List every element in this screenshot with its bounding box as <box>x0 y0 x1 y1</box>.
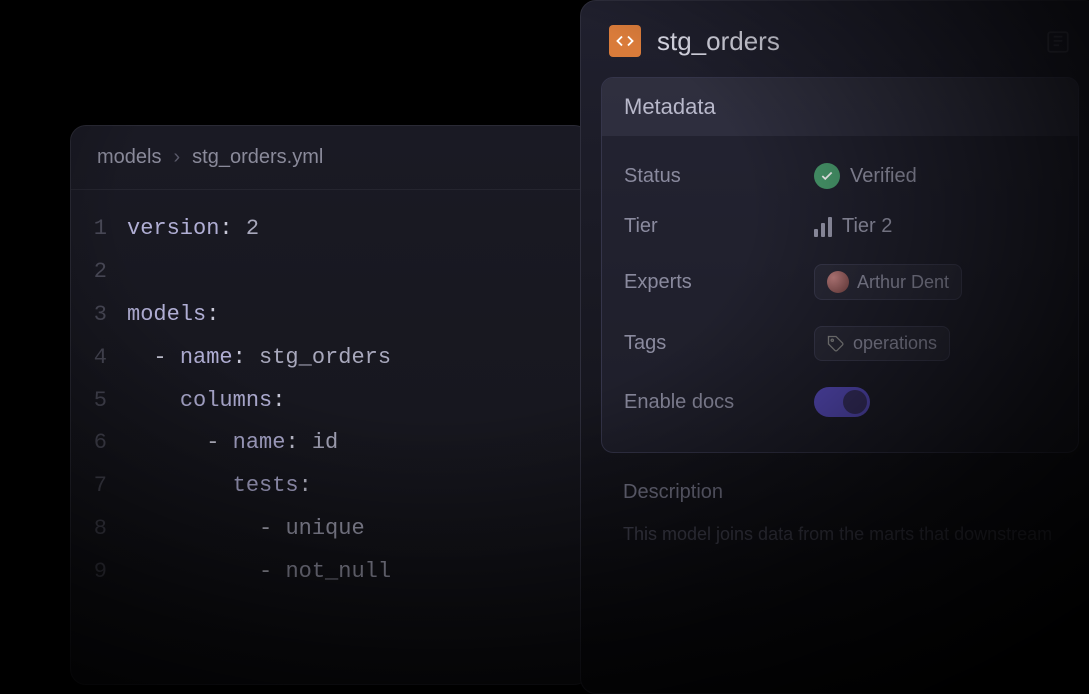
line-content: - name: stg_orders <box>127 337 391 380</box>
line-number: 3 <box>71 294 127 337</box>
code-editor-panel: models › stg_orders.yml 1version: 223mod… <box>70 125 590 685</box>
code-line: 9 - not_null <box>71 551 589 594</box>
code-line: 2 <box>71 251 589 294</box>
line-content: columns: <box>127 380 285 423</box>
line-number: 8 <box>71 508 127 551</box>
avatar <box>827 271 849 293</box>
tier-value: Tier 2 <box>842 215 892 238</box>
status-row: Status Verified <box>624 150 1056 202</box>
line-number: 5 <box>71 380 127 423</box>
verified-check-icon <box>814 163 840 189</box>
line-content: - not_null <box>127 551 391 594</box>
breadcrumb-file[interactable]: stg_orders.yml <box>192 146 323 169</box>
experts-row: Experts Arthur Dent <box>624 251 1056 313</box>
metadata-card: Metadata Status Verified Tier Tier 2 <box>601 77 1079 453</box>
metadata-card-title: Metadata <box>602 78 1078 136</box>
line-number: 9 <box>71 551 127 594</box>
tag-icon <box>827 335 845 353</box>
enable-docs-row: Enable docs <box>624 374 1056 430</box>
description-heading: Description <box>623 481 1057 504</box>
line-number: 6 <box>71 422 127 465</box>
line-content: - name: id <box>127 422 338 465</box>
line-content: version: 2 <box>127 208 259 251</box>
metadata-panel: stg_orders Metadata Status Verified Tier <box>580 0 1089 694</box>
line-number: 2 <box>71 251 127 294</box>
tier-row: Tier Tier 2 <box>624 202 1056 251</box>
tag-chip[interactable]: operations <box>814 326 950 361</box>
code-line: 3models: <box>71 294 589 337</box>
tags-label: Tags <box>624 332 814 355</box>
experts-label: Experts <box>624 271 814 294</box>
tag-value: operations <box>853 333 937 354</box>
code-icon <box>609 25 641 57</box>
tags-row: Tags operations <box>624 313 1056 374</box>
line-number: 1 <box>71 208 127 251</box>
enable-docs-toggle[interactable] <box>814 387 870 417</box>
code-line: 8 - unique <box>71 508 589 551</box>
status-value: Verified <box>850 165 917 188</box>
code-line: 4 - name: stg_orders <box>71 337 589 380</box>
panel-action-icon[interactable] <box>1045 29 1071 60</box>
breadcrumb: models › stg_orders.yml <box>71 126 589 190</box>
line-number: 4 <box>71 337 127 380</box>
expert-chip[interactable]: Arthur Dent <box>814 264 962 300</box>
toggle-knob <box>843 390 867 414</box>
expert-name: Arthur Dent <box>857 272 949 293</box>
panel-title: stg_orders <box>657 26 780 57</box>
line-content: - unique <box>127 508 365 551</box>
line-content: models: <box>127 294 219 337</box>
line-number: 7 <box>71 465 127 508</box>
code-line: 1version: 2 <box>71 208 589 251</box>
breadcrumb-root[interactable]: models <box>97 146 161 169</box>
status-label: Status <box>624 165 814 188</box>
code-line: 6 - name: id <box>71 422 589 465</box>
code-line: 5 columns: <box>71 380 589 423</box>
chevron-right-icon: › <box>173 146 180 169</box>
enable-docs-label: Enable docs <box>624 391 814 414</box>
tier-label: Tier <box>624 215 814 238</box>
tier-bars-icon <box>814 217 832 237</box>
line-content: tests: <box>127 465 312 508</box>
description-section: Description This model joins data from t… <box>581 453 1089 549</box>
code-line: 7 tests: <box>71 465 589 508</box>
description-text: This model joins data from the marts tha… <box>623 520 1057 549</box>
code-editor[interactable]: 1version: 223models:4 - name: stg_orders… <box>71 190 589 612</box>
